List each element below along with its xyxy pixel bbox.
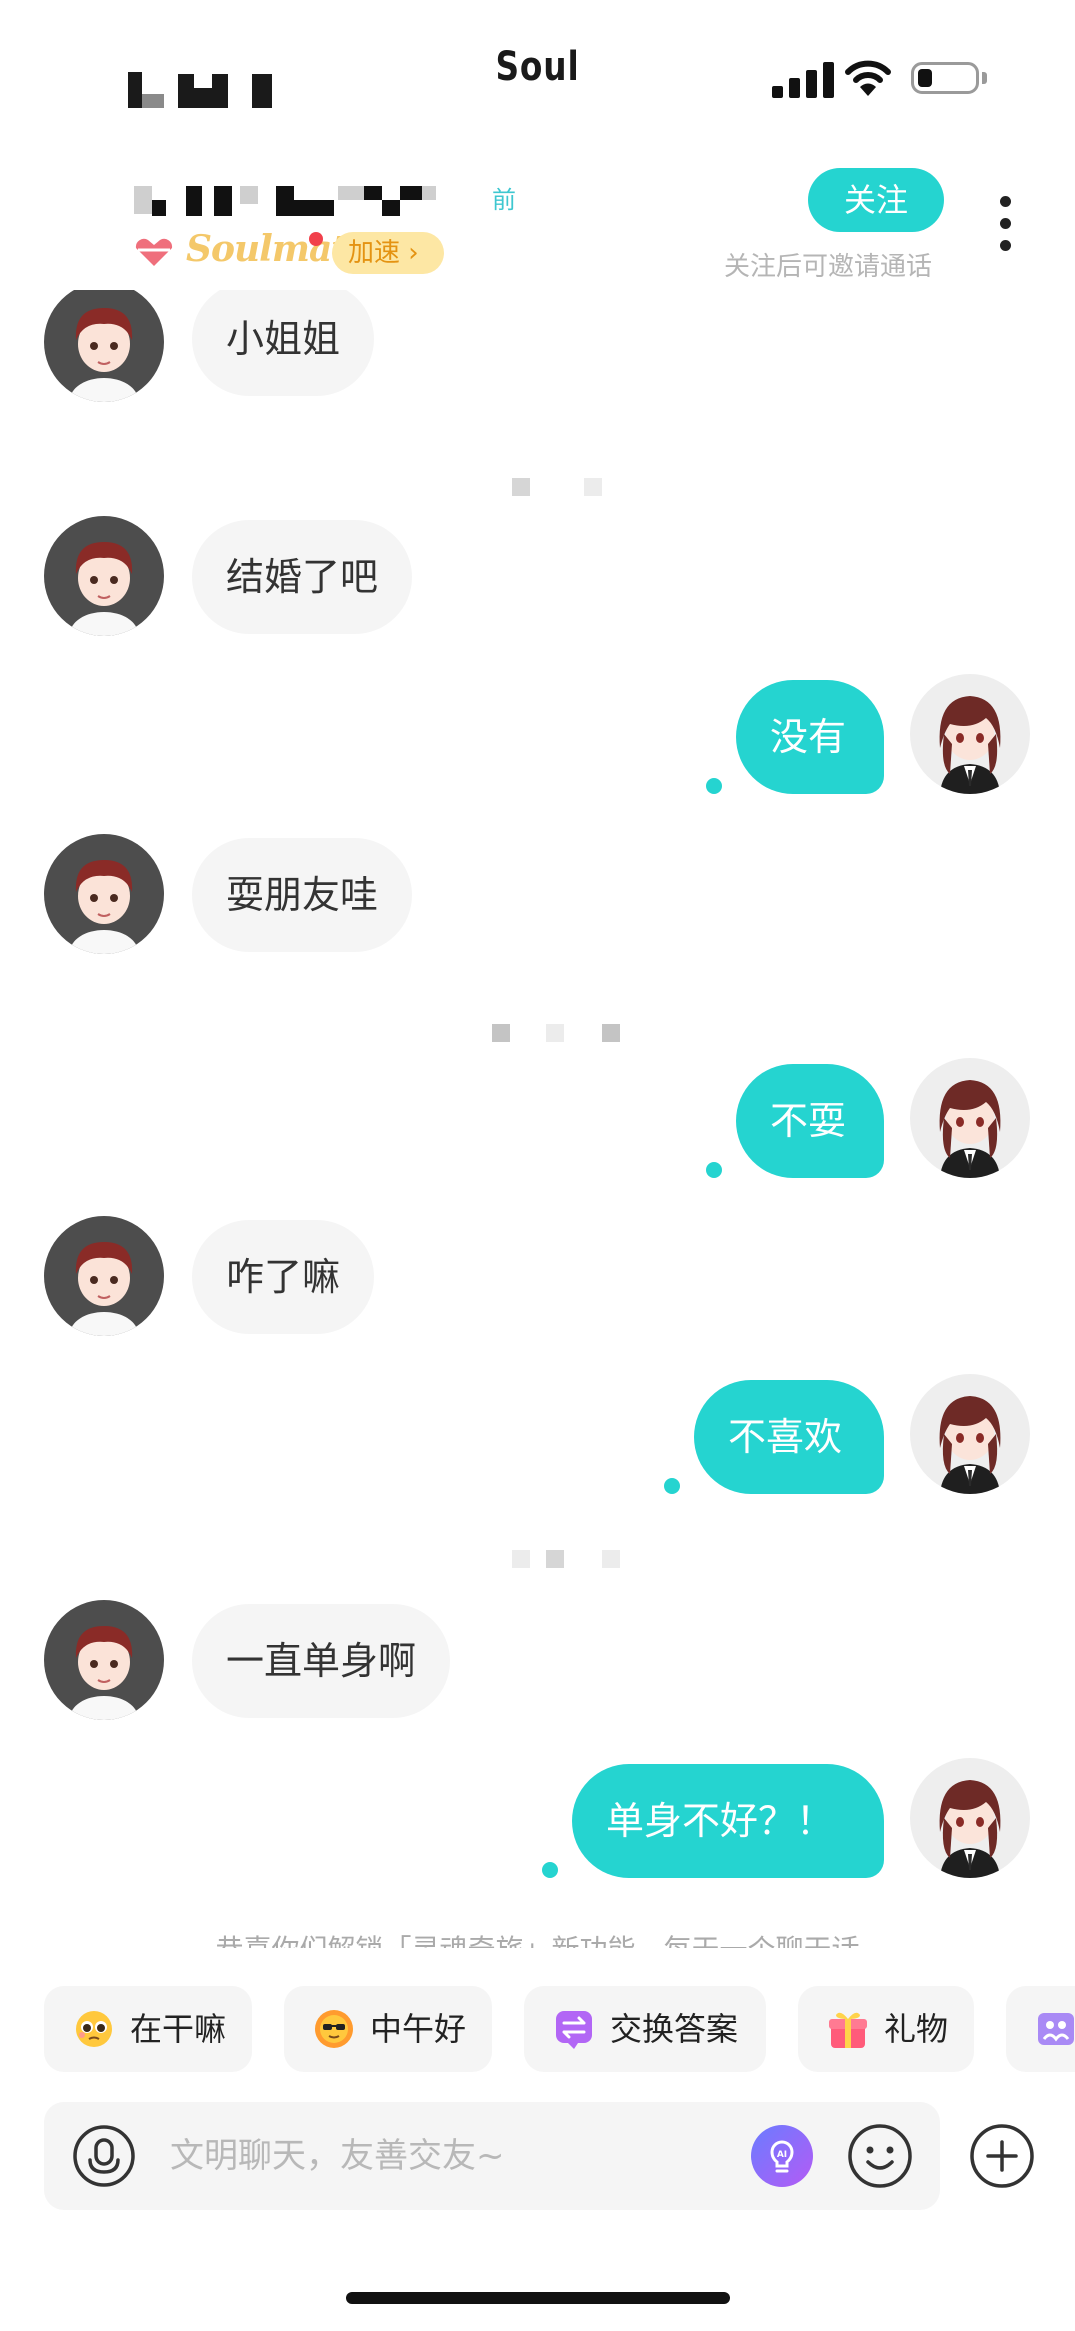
message-bubble-incoming[interactable]: 一直单身啊	[192, 1604, 451, 1718]
gift-icon	[829, 2012, 867, 2048]
my-avatar[interactable]	[910, 674, 1030, 794]
svg-text:AI: AI	[777, 2150, 787, 2160]
contact-avatar[interactable]	[44, 1216, 164, 1336]
speed-up-button[interactable]: 加速 ›	[332, 232, 444, 274]
battery-tip	[982, 72, 987, 84]
battery-icon	[911, 62, 979, 94]
home-indicator[interactable]	[346, 2292, 730, 2304]
message-input[interactable]: 文明聊天，友善交友~	[170, 2102, 505, 2210]
message-bubble-outgoing[interactable]: 没有	[736, 680, 884, 794]
quick-reply-label: 中午好	[370, 2010, 467, 2048]
timestamp-redacted	[512, 478, 530, 496]
message-list[interactable]: 小姐姐 结婚了吧 没有 耍朋友哇 不耍 咋了嘛 不喜欢 一直单身啊 单身不好？！	[0, 290, 1075, 1970]
contact-avatar[interactable]	[44, 1600, 164, 1720]
message-bubble-incoming[interactable]: 小姐姐	[192, 290, 375, 396]
system-notice: 恭喜你们解锁「灵魂奇旅」新功能，每天一个聊天话	[0, 1924, 1075, 1948]
plus-circle-icon[interactable]	[968, 2122, 1036, 2190]
timestamp-redacted	[546, 1550, 564, 1568]
cellular-signal-icon	[772, 60, 834, 98]
read-indicator	[706, 778, 722, 794]
microphone-icon[interactable]	[72, 2124, 136, 2188]
quick-reply-bar: 在干嘛 中午好 交换答案 礼物	[0, 1986, 1075, 2072]
message-bubble-incoming[interactable]: 耍朋友哇	[192, 838, 413, 952]
soulmate-heart-icon	[135, 238, 173, 266]
quick-reply-chip[interactable]: 交换答案	[524, 1986, 766, 2072]
message-bubble-outgoing[interactable]: 不喜欢	[694, 1380, 884, 1494]
timestamp-redacted	[584, 478, 602, 496]
message-input-bar: 文明聊天，友善交友~ AI	[44, 2102, 940, 2210]
timestamp-redacted	[546, 1024, 564, 1042]
pleading-face-icon	[76, 2011, 112, 2047]
message-bubble-outgoing[interactable]: 不耍	[736, 1064, 884, 1178]
timestamp-redacted	[492, 1024, 510, 1042]
status-bar: Soul	[0, 0, 1075, 140]
quick-reply-chip[interactable]: 礼物	[798, 1986, 974, 2072]
quick-reply-label: 交换答案	[610, 2010, 739, 2048]
exchange-icon	[556, 2011, 592, 2049]
more-options-icon[interactable]	[996, 196, 1016, 256]
read-indicator	[542, 1862, 558, 1878]
timestamp-redacted	[512, 1550, 530, 1568]
message-bubble-outgoing[interactable]: 单身不好？！	[572, 1764, 884, 1878]
wifi-icon	[845, 60, 891, 96]
contact-avatar[interactable]	[44, 290, 164, 402]
my-avatar[interactable]	[910, 1758, 1030, 1878]
notification-dot	[309, 232, 323, 246]
contact-avatar[interactable]	[44, 834, 164, 954]
my-avatar[interactable]	[910, 1374, 1030, 1494]
ai-lightbulb-icon[interactable]: AI	[750, 2124, 814, 2188]
status-time-redacted	[142, 94, 164, 108]
read-indicator	[664, 1478, 680, 1494]
message-bubble-incoming[interactable]: 结婚了吧	[192, 520, 413, 634]
read-indicator	[706, 1162, 722, 1178]
follow-hint: 关注后可邀请通话	[724, 252, 933, 282]
timestamp-redacted	[602, 1024, 620, 1042]
quick-reply-label: 在干嘛	[130, 2010, 227, 2048]
quick-reply-chip[interactable]: 中午好	[284, 1986, 492, 2072]
timestamp-redacted	[602, 1550, 620, 1568]
contact-avatar[interactable]	[44, 516, 164, 636]
follow-button[interactable]: 关注	[808, 168, 944, 232]
more-feature-icon	[1038, 2013, 1074, 2045]
quick-reply-label: 礼物	[884, 2010, 949, 2048]
last-seen-time: 前	[492, 186, 516, 214]
quick-reply-chip[interactable]	[1006, 1986, 1075, 2072]
message-bubble-incoming[interactable]: 咋了嘛	[192, 1220, 375, 1334]
quick-reply-chip[interactable]: 在干嘛	[44, 1986, 252, 2072]
smiley-icon[interactable]	[846, 2122, 914, 2190]
sun-sunglasses-icon	[315, 2010, 353, 2048]
my-avatar[interactable]	[910, 1058, 1030, 1178]
